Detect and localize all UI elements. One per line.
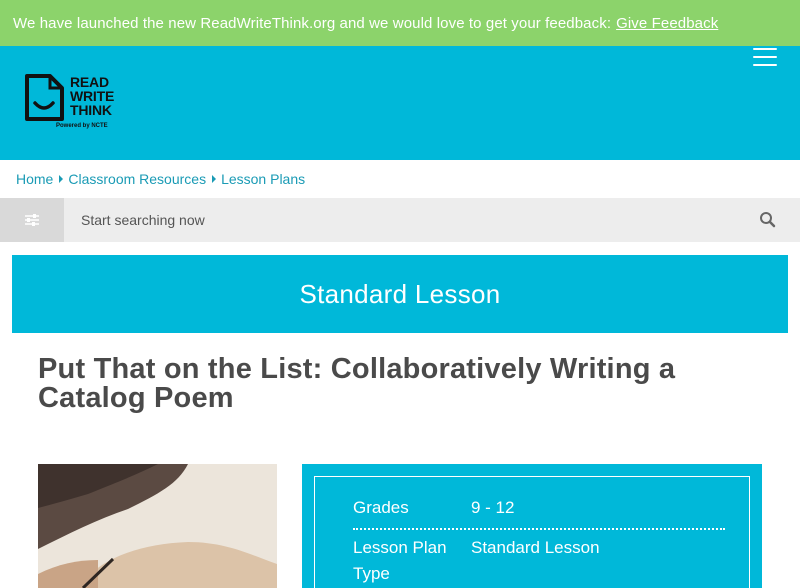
breadcrumb-separator-icon (59, 175, 64, 183)
readwritethink-logo[interactable]: READ WRITE THINK Powered by NCTE (24, 73, 134, 135)
lesson-plan-type-value: Standard Lesson (471, 538, 600, 557)
student-writing-image (38, 464, 277, 588)
search-input[interactable] (64, 198, 744, 242)
lesson-info-panel: Grades 9 - 12 Lesson Plan Type Standard … (302, 464, 762, 588)
give-feedback-link[interactable]: Give Feedback (616, 15, 718, 32)
sliders-icon (25, 214, 39, 226)
lesson-type-label: Standard Lesson (299, 278, 501, 309)
feedback-banner-message: We have launched the new ReadWriteThink.… (13, 14, 612, 32)
grades-value: 9 - 12 (471, 498, 515, 517)
breadcrumb: Home Classroom Resources Lesson Plans (16, 170, 305, 188)
logo-face-icon (25, 74, 64, 121)
logo-powered-by: Powered by NCTE (56, 123, 108, 129)
lesson-photo (38, 464, 277, 588)
logo-wordmark: READ WRITE THINK (70, 74, 115, 118)
search-button[interactable] (758, 210, 778, 230)
breadcrumb-separator-icon (212, 175, 217, 183)
hamburger-menu-icon[interactable] (753, 48, 777, 68)
page-title: Put That on the List: Collaboratively Wr… (38, 353, 676, 414)
breadcrumb-classroom-resources[interactable]: Classroom Resources (68, 171, 206, 187)
info-divider (353, 528, 725, 530)
site-header: READ WRITE THINK Powered by NCTE (0, 46, 800, 160)
grades-label: Grades (353, 498, 409, 517)
filter-button[interactable] (0, 198, 64, 242)
breadcrumb-home[interactable]: Home (16, 171, 53, 187)
search-bar (0, 198, 800, 242)
search-icon (760, 212, 776, 228)
breadcrumb-lesson-plans[interactable]: Lesson Plans (221, 171, 305, 187)
lesson-type-banner: Standard Lesson (12, 255, 788, 333)
lesson-info-frame: Grades 9 - 12 Lesson Plan Type Standard … (314, 476, 750, 588)
lesson-plan-type-label: Lesson Plan Type (353, 538, 447, 583)
feedback-banner: We have launched the new ReadWriteThink.… (0, 0, 800, 46)
